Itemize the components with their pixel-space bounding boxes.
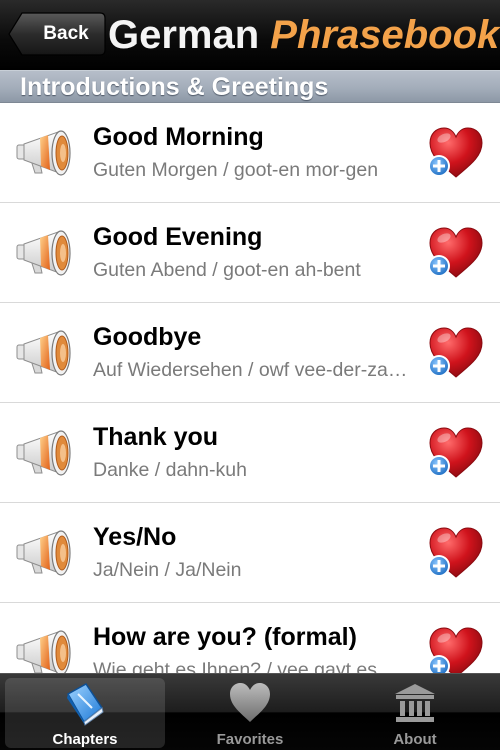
phrase-translation: Wie geht es Ihnen? / vee gayt es ee-nen — [93, 659, 411, 673]
megaphone-icon[interactable] — [14, 329, 76, 381]
tab-about[interactable]: About — [335, 678, 495, 748]
phrase-english: Good Evening — [93, 223, 263, 251]
tab-favorites-label: Favorites — [216, 731, 284, 748]
list-item[interactable]: Goodbye Auf Wiedersehen / owf vee-der-za… — [0, 303, 500, 403]
tab-chapters-label: Chapters — [52, 731, 118, 748]
heart-icon — [230, 683, 270, 722]
app-title-german: German — [108, 13, 260, 57]
list-item[interactable]: How are you? (formal) Wie geht es Ihnen?… — [0, 603, 500, 673]
add-favorite-icon[interactable] — [424, 625, 484, 673]
add-favorite-icon[interactable] — [424, 325, 484, 381]
tab-bar: Chapters Favorites About — [0, 673, 500, 750]
phrase-translation: Guten Morgen / goot-en mor-gen — [93, 159, 379, 181]
add-favorite-icon[interactable] — [424, 225, 484, 281]
phrase-list[interactable]: Good Morning Guten Morgen / goot-en mor-… — [0, 103, 500, 673]
tab-about-label: About — [393, 731, 437, 748]
list-item[interactable]: Thank you Danke / dahn-kuh — [0, 403, 500, 503]
app-title: German Phrasebook — [108, 6, 500, 64]
tab-favorites[interactable]: Favorites — [170, 678, 330, 748]
phrase-english: Yes/No — [93, 523, 177, 551]
phrase-translation: Danke / dahn-kuh — [93, 459, 247, 481]
add-favorite-icon[interactable] — [424, 425, 484, 481]
megaphone-icon[interactable] — [14, 629, 76, 673]
add-favorite-icon[interactable] — [424, 525, 484, 581]
megaphone-icon[interactable] — [14, 429, 76, 481]
list-item[interactable]: Good Morning Guten Morgen / goot-en mor-… — [0, 103, 500, 203]
building-icon — [395, 684, 435, 722]
list-item[interactable]: Yes/No Ja/Nein / Ja/Nein — [0, 503, 500, 603]
phrase-english: Good Morning — [93, 123, 264, 151]
list-item[interactable]: Good Evening Guten Abend / goot-en ah-be… — [0, 203, 500, 303]
phrase-english: How are you? (formal) — [93, 623, 357, 651]
app-title-phrasebook: Phrasebook — [270, 13, 500, 57]
phrase-translation: Ja/Nein / Ja/Nein — [93, 559, 242, 581]
tab-chapters[interactable]: Chapters — [5, 678, 165, 748]
phrase-translation: Guten Abend / goot-en ah-bent — [93, 259, 361, 281]
megaphone-icon[interactable] — [14, 129, 76, 181]
megaphone-icon[interactable] — [14, 229, 76, 281]
add-favorite-icon[interactable] — [424, 125, 484, 181]
back-button[interactable]: Back — [8, 12, 106, 56]
phrase-english: Goodbye — [93, 323, 202, 351]
navigation-bar: Back German Phrasebook — [0, 0, 500, 70]
phrase-translation: Auf Wiedersehen / owf vee-der-zay-en — [93, 359, 411, 381]
megaphone-icon[interactable] — [14, 529, 76, 581]
section-title: Introductions & Greetings — [20, 73, 329, 101]
phrase-english: Thank you — [93, 423, 219, 451]
back-button-label: Back — [43, 23, 89, 44]
book-icon — [66, 683, 104, 726]
section-header: Introductions & Greetings — [0, 70, 500, 103]
